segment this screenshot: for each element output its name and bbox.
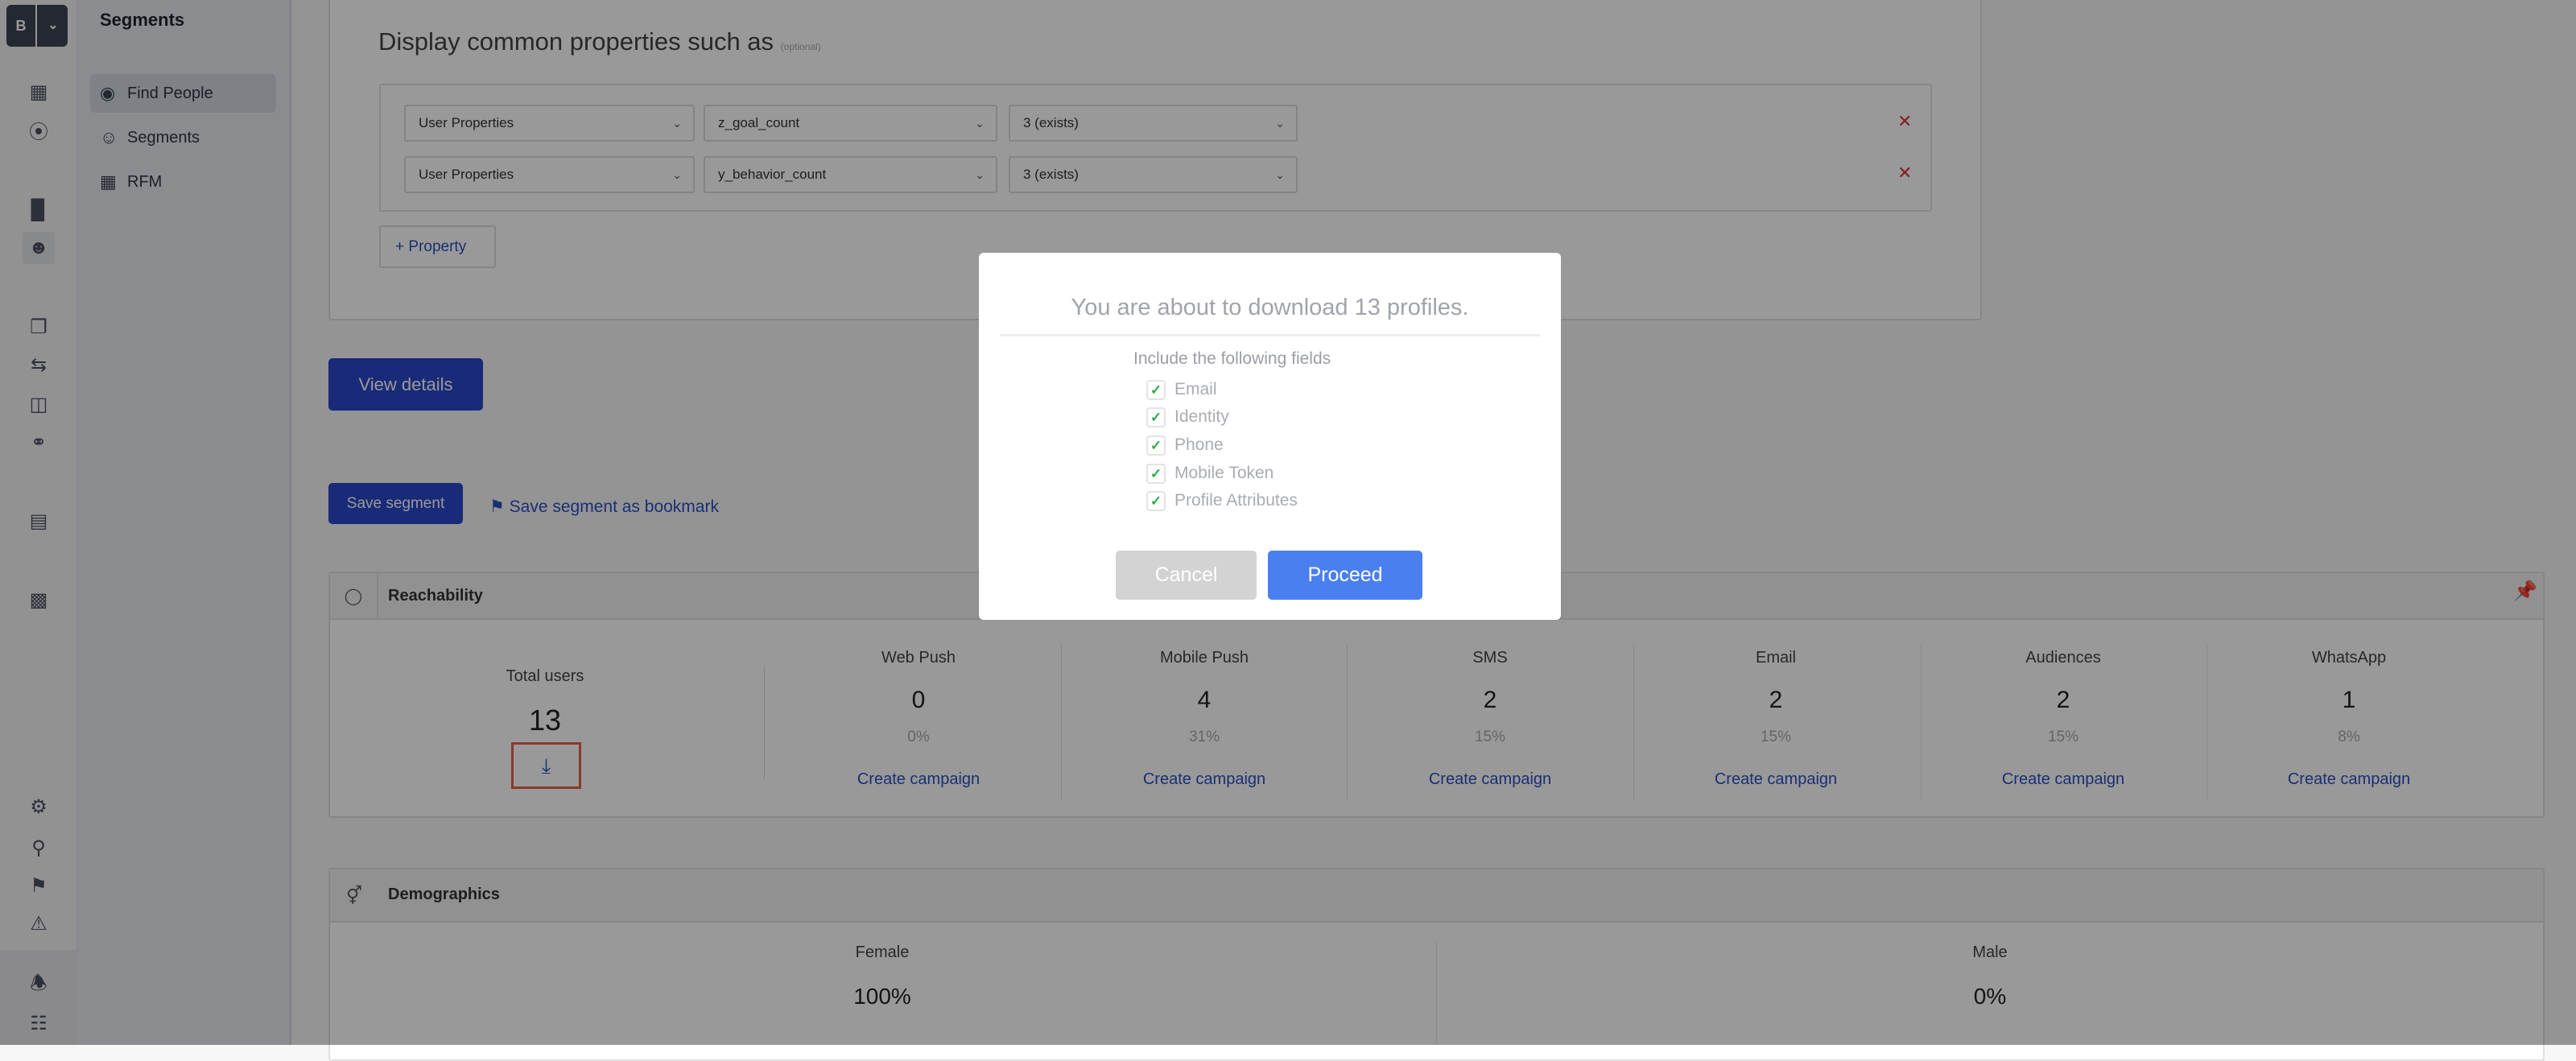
mobile-token-checkbox[interactable]: ✓	[1146, 464, 1166, 484]
checkbox-label: Profile Attributes	[1174, 491, 1298, 510]
download-profiles-modal: You are about to download 13 profiles. I…	[979, 253, 1561, 620]
email-checkbox[interactable]: ✓	[1146, 380, 1166, 400]
proceed-button[interactable]: Proceed	[1268, 551, 1422, 600]
divider	[1000, 334, 1540, 336]
phone-checkbox[interactable]: ✓	[1146, 436, 1166, 456]
checkbox-label: Identity	[1174, 407, 1229, 426]
profile-attributes-checkbox[interactable]: ✓	[1146, 491, 1166, 511]
identity-checkbox[interactable]: ✓	[1146, 407, 1166, 427]
modal-title: You are about to download 13 profiles.	[1071, 295, 1469, 320]
checkbox-label: Email	[1174, 380, 1217, 398]
checkbox-label: Phone	[1174, 436, 1224, 454]
modal-subtitle: Include the following fields	[1133, 349, 1331, 368]
checkbox-label: Mobile Token	[1174, 464, 1274, 482]
cancel-button[interactable]: Cancel	[1116, 551, 1257, 600]
